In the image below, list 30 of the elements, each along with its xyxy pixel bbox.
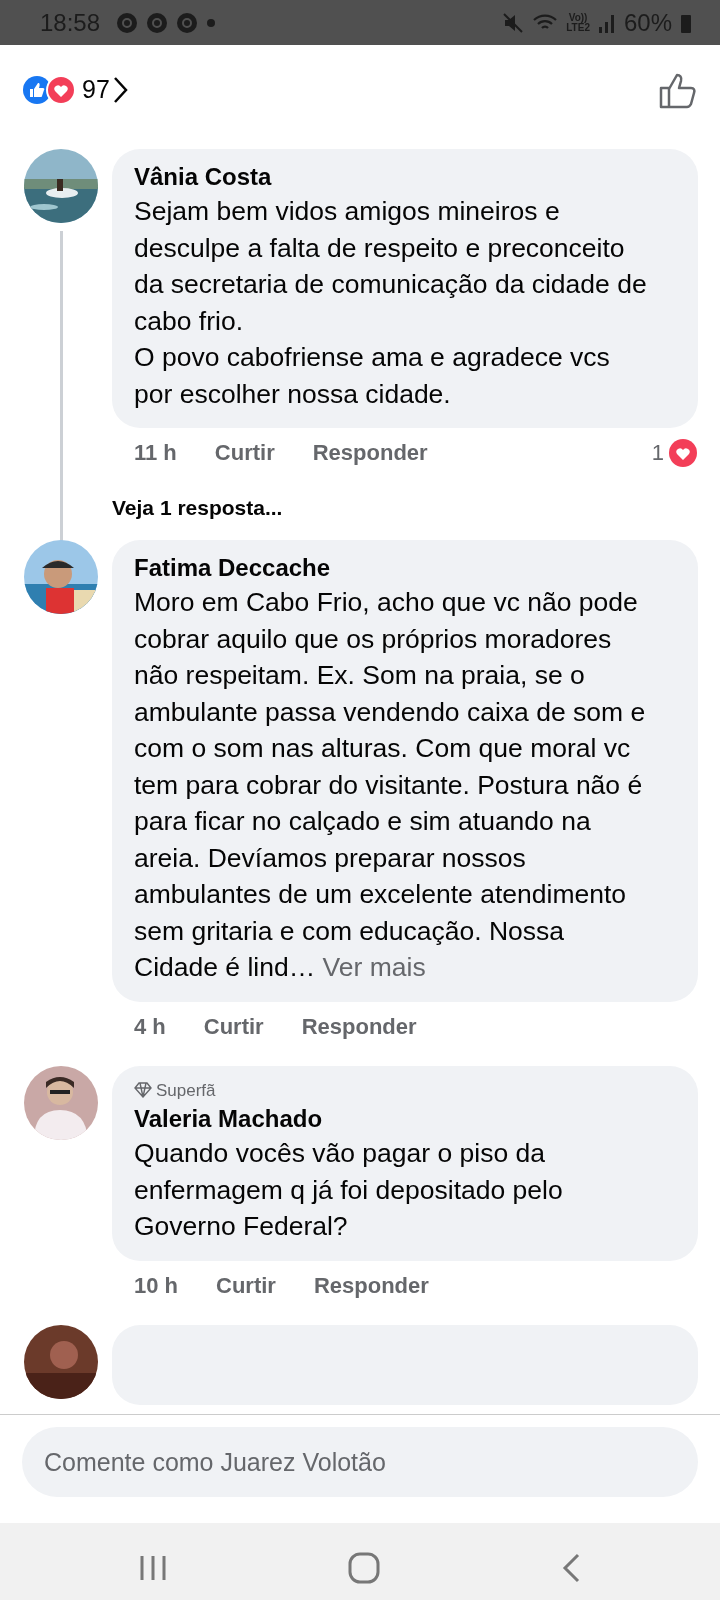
reaction-count[interactable]: 97 [82,71,110,109]
fan-label: Superfã [156,1079,216,1102]
comment-text: Moro em Cabo Frio, acho que vc não pode cobrar aquilo que os próprios moradores não respeitam. Ex. Som na praia, se o ambulante passa vendendo caixa de som e com o som nas alturas. Com que moral vc tem para cobrar do visitante. Postura não é para ficar no calçado e sim atuando na areia. Devíamos preparar nossos ambulantes de um excelente atendimento sem gritaria e com educação. Nossa Cidade é lind… Ver mais [134,586,647,984]
like-link[interactable]: Curtir [203,1009,264,1043]
like-link[interactable]: Curtir [214,436,275,469]
see-more-link[interactable]: Ver mais [322,952,426,982]
comment-text: Quando vocês vão pagar o piso da enfermagem q já foi depositado pelo Governo Federal? [134,1137,564,1243]
love-reaction-icon [668,437,698,468]
author-name[interactable]: Fatima Deccache [134,552,676,584]
comment-field[interactable]: Comente como Juarez Volotão [22,1427,698,1497]
author-name[interactable]: Valeria Machado [134,1103,676,1135]
reply-link[interactable]: Responder [312,436,428,469]
reply-link[interactable]: Responder [313,1268,429,1302]
view-replies-link[interactable]: Veja 1 resposta... [112,492,720,540]
mute-icon [502,11,525,34]
browser-icon [146,11,169,34]
reply-link[interactable]: Responder [301,1009,417,1043]
author-name[interactable]: Vânia Costa [134,161,676,193]
diamond-icon [134,1082,152,1099]
comment-time: 11 h [134,439,177,467]
comment-text: Sejam bem vidos amigos mineiros e desculpe a falta de respeito e preconceito da secretaria de comunicação da cidade de cabo frio. O povo cabofriense ama e agradece vcs por escolher nossa cidade. [134,195,648,411]
browser-icon [116,11,139,34]
reaction-count[interactable]: 1 [651,436,664,469]
dot-icon [206,17,217,28]
comment-time: 4 h [134,1012,166,1041]
like-link[interactable]: Curtir [216,1268,276,1302]
comment-time: 10 h [134,1271,179,1300]
browser-icon [176,11,199,34]
love-reaction-icon [46,75,76,105]
home-icon[interactable] [347,1551,381,1585]
